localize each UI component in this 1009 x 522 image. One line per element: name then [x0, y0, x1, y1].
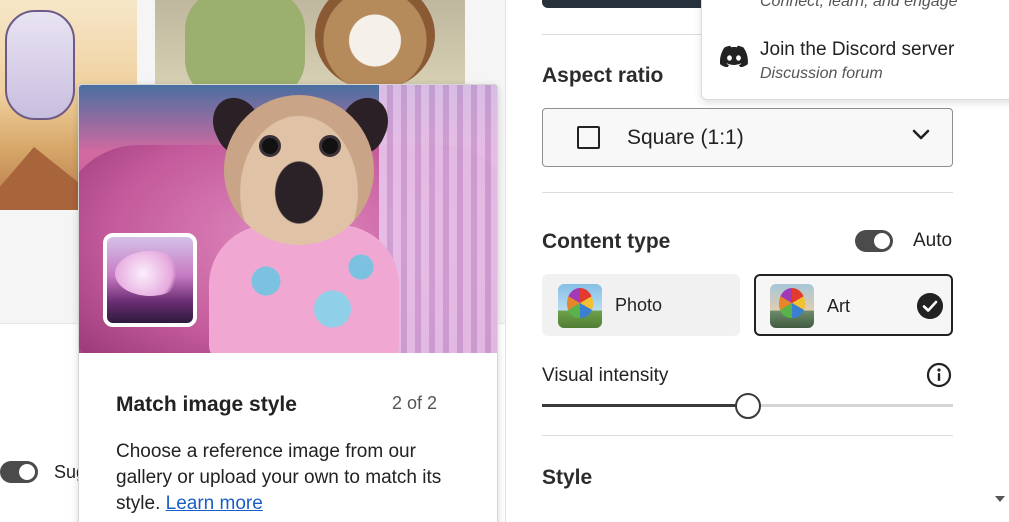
info-icon[interactable] — [926, 362, 952, 388]
content-type-art-label: Art — [827, 296, 851, 316]
pug-head — [224, 95, 374, 245]
discord-icon — [720, 45, 748, 67]
anime-figure — [5, 10, 75, 120]
reference-image-thumbnail — [103, 233, 197, 327]
style-title: Style — [542, 466, 593, 489]
checkmark-icon — [917, 293, 943, 319]
cat-figure — [315, 0, 435, 90]
auto-content-type-toggle[interactable] — [855, 230, 893, 252]
match-image-style-popover: Match image style 2 of 2 Choose a refere… — [78, 84, 498, 522]
aspect-ratio-select[interactable]: Square (1:1) — [542, 108, 953, 167]
aspect-ratio-value: Square (1:1) — [627, 126, 744, 149]
toggle-knob — [19, 464, 35, 480]
top-image-strip — [542, 0, 707, 8]
balloon-shape — [779, 288, 805, 318]
auto-toggle-label: Auto — [913, 230, 953, 251]
art-balloon-thumbnail — [770, 284, 814, 328]
cloud-shape — [115, 251, 185, 296]
visual-intensity-slider-handle[interactable] — [734, 393, 761, 419]
pug-eye-right — [319, 135, 341, 157]
chevron-down-icon — [912, 129, 930, 140]
community-menu-partial-text: Connect, learn, and engage — [760, 0, 958, 10]
divider — [542, 435, 953, 436]
popover-preview-image — [79, 85, 497, 353]
visual-intensity-fill — [542, 404, 748, 407]
rider-figure — [185, 0, 305, 90]
scroll-down-arrow-icon[interactable] — [995, 496, 1005, 502]
join-discord-link[interactable]: Join the Discord server — [760, 39, 954, 61]
content-type-title: Content type — [542, 230, 671, 253]
aspect-ratio-title: Aspect ratio — [542, 64, 664, 87]
pug-eye-left — [259, 135, 281, 157]
popover-title: Match image style — [116, 393, 297, 416]
photo-balloon-thumbnail — [558, 284, 602, 328]
balloon-shape — [567, 288, 593, 318]
suggestions-toggle[interactable] — [0, 461, 38, 483]
content-type-art[interactable]: Art — [754, 274, 953, 336]
visual-intensity-label: Visual intensity — [542, 365, 669, 386]
content-type-photo-label: Photo — [615, 295, 663, 315]
popover-step-counter: 2 of 2 — [391, 393, 437, 413]
divider — [542, 192, 953, 193]
learn-more-link[interactable]: Learn more — [166, 493, 263, 514]
square-ratio-icon — [577, 126, 600, 149]
community-menu: Connect, learn, and engage Join the Disc… — [701, 0, 1009, 100]
gallery-thumbnail-cat-rider[interactable] — [155, 0, 465, 90]
discord-subtitle: Discussion forum — [760, 65, 883, 82]
popover-description: Choose a reference image from our galler… — [116, 439, 476, 517]
toggle-knob — [874, 233, 890, 249]
content-type-photo[interactable]: Photo — [542, 274, 740, 336]
